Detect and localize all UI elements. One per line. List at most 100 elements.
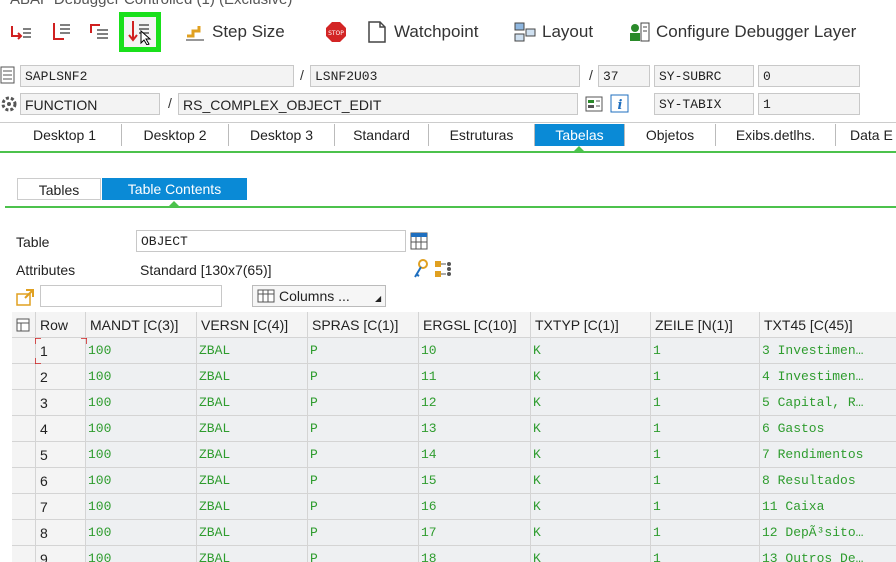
- table-cell[interactable]: 18: [419, 546, 531, 562]
- table-cell[interactable]: 1: [651, 364, 760, 390]
- column-header[interactable]: TXT45 [C(45)]: [760, 312, 896, 338]
- table-cell[interactable]: 1: [651, 442, 760, 468]
- info-icon[interactable]: i: [610, 94, 630, 117]
- tab-exibs-detlhs[interactable]: Exibs.detlhs.: [716, 124, 836, 146]
- row-number[interactable]: 4: [36, 416, 86, 442]
- row-selector[interactable]: [12, 364, 36, 390]
- table-cell[interactable]: 100: [86, 416, 197, 442]
- row-number[interactable]: 3: [36, 390, 86, 416]
- column-header[interactable]: ERGSL [C(10)]: [419, 312, 531, 338]
- row-number[interactable]: 2: [36, 364, 86, 390]
- tab-desktop-1[interactable]: Desktop 1: [8, 124, 122, 146]
- table-cell[interactable]: 5 Capital, R…: [760, 390, 896, 416]
- table-cell[interactable]: ZBAL: [197, 364, 308, 390]
- key-icon[interactable]: [411, 259, 429, 282]
- table-cell[interactable]: K: [531, 546, 651, 562]
- table-cell[interactable]: K: [531, 390, 651, 416]
- name-field[interactable]: RS_COMPLEX_OBJECT_EDIT: [178, 93, 578, 115]
- table-cell[interactable]: 100: [86, 442, 197, 468]
- table-cell[interactable]: 15: [419, 468, 531, 494]
- row-selector[interactable]: [12, 390, 36, 416]
- column-header[interactable]: Row: [36, 312, 86, 338]
- table-cell[interactable]: ZBAL: [197, 494, 308, 520]
- table-cell[interactable]: 100: [86, 546, 197, 562]
- row-selector[interactable]: [12, 468, 36, 494]
- table-cell[interactable]: P: [308, 520, 419, 546]
- table-cell[interactable]: ZBAL: [197, 442, 308, 468]
- table-cell[interactable]: 6 Gastos: [760, 416, 896, 442]
- table-cell[interactable]: 10: [419, 338, 531, 364]
- table-cell[interactable]: K: [531, 364, 651, 390]
- row-selector[interactable]: [12, 416, 36, 442]
- tab-standard[interactable]: Standard: [335, 124, 429, 146]
- table-cell[interactable]: P: [308, 468, 419, 494]
- table-cell[interactable]: 100: [86, 390, 197, 416]
- row-number[interactable]: 1: [36, 338, 86, 364]
- table-cell[interactable]: 14: [419, 442, 531, 468]
- select-all-icon[interactable]: [12, 312, 36, 338]
- column-header[interactable]: VERSN [C(4)]: [197, 312, 308, 338]
- table-cell[interactable]: P: [308, 416, 419, 442]
- table-cell[interactable]: ZBAL: [197, 546, 308, 562]
- table-cell[interactable]: 100: [86, 364, 197, 390]
- table-cell[interactable]: K: [531, 520, 651, 546]
- column-header[interactable]: TXTYP [C(1)]: [531, 312, 651, 338]
- table-cell[interactable]: 1: [651, 468, 760, 494]
- table-cell[interactable]: P: [308, 546, 419, 562]
- row-number[interactable]: 8: [36, 520, 86, 546]
- stop-icon[interactable]: STOP: [325, 21, 347, 43]
- table-cell[interactable]: 16: [419, 494, 531, 520]
- row-selector[interactable]: [12, 494, 36, 520]
- table-cell[interactable]: 11: [419, 364, 531, 390]
- table-cell[interactable]: 1: [651, 338, 760, 364]
- table-cell[interactable]: P: [308, 494, 419, 520]
- tab-objetos[interactable]: Objetos: [625, 124, 716, 146]
- table-cell[interactable]: 1: [651, 416, 760, 442]
- table-cell[interactable]: P: [308, 442, 419, 468]
- table-cell[interactable]: ZBAL: [197, 520, 308, 546]
- layout-button[interactable]: Layout: [514, 21, 593, 43]
- table-cell[interactable]: K: [531, 338, 651, 364]
- row-selector[interactable]: [12, 546, 36, 562]
- step-size-button[interactable]: Step Size: [184, 21, 285, 43]
- table-cell[interactable]: 100: [86, 520, 197, 546]
- table-cell[interactable]: 8 Resultados: [760, 468, 896, 494]
- table-cell[interactable]: 100: [86, 338, 197, 364]
- table-cell[interactable]: K: [531, 468, 651, 494]
- hierarchy-icon[interactable]: [434, 259, 454, 282]
- table-cell[interactable]: K: [531, 442, 651, 468]
- row-number[interactable]: 7: [36, 494, 86, 520]
- table-cell[interactable]: 4 Investimen…: [760, 364, 896, 390]
- columns-button[interactable]: Columns ... ◢: [252, 285, 386, 307]
- table-cell[interactable]: P: [308, 338, 419, 364]
- table-cell[interactable]: 12 DepÃ³sito…: [760, 520, 896, 546]
- table-cell[interactable]: K: [531, 494, 651, 520]
- tab-desktop-3[interactable]: Desktop 3: [229, 124, 335, 146]
- table-cell[interactable]: 13: [419, 416, 531, 442]
- row-number[interactable]: 5: [36, 442, 86, 468]
- table-cell[interactable]: ZBAL: [197, 416, 308, 442]
- table-cell[interactable]: ZBAL: [197, 468, 308, 494]
- row-selector[interactable]: [12, 520, 36, 546]
- line-field[interactable]: 37: [598, 65, 650, 87]
- table-cell[interactable]: 11 Caixa: [760, 494, 896, 520]
- row-number[interactable]: 9: [36, 546, 86, 562]
- table-cell[interactable]: ZBAL: [197, 338, 308, 364]
- table-cell[interactable]: P: [308, 364, 419, 390]
- continue-button[interactable]: [119, 12, 161, 52]
- table-cell[interactable]: ZBAL: [197, 390, 308, 416]
- return-icon[interactable]: [88, 21, 110, 43]
- tab-estruturas[interactable]: Estruturas: [429, 124, 535, 146]
- table-cell[interactable]: 1: [651, 390, 760, 416]
- configure-debugger-layer-button[interactable]: Configure Debugger Layer: [628, 21, 856, 43]
- watchpoint-button[interactable]: Watchpoint: [366, 21, 478, 43]
- variant-icon[interactable]: [16, 288, 36, 309]
- table-cell[interactable]: 7 Rendimentos: [760, 442, 896, 468]
- execute-icon[interactable]: [50, 21, 72, 43]
- table-cell[interactable]: 3 Investimen…: [760, 338, 896, 364]
- row-number[interactable]: 6: [36, 468, 86, 494]
- table-display-icon[interactable]: [410, 232, 428, 253]
- navigate-icon[interactable]: [585, 95, 603, 116]
- table-cell[interactable]: 100: [86, 494, 197, 520]
- program-field[interactable]: SAPLSNF2: [20, 65, 294, 87]
